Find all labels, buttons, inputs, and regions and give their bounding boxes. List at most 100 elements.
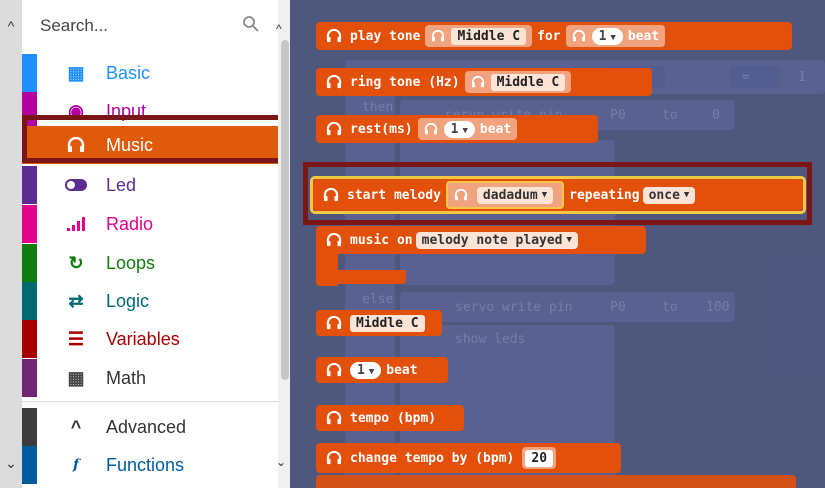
function-icon: f xyxy=(72,457,80,473)
toolbox-scroll-thumb[interactable] xyxy=(281,40,289,380)
category-label: Functions xyxy=(106,454,185,475)
headphones-icon xyxy=(429,27,447,45)
category-label: Loops xyxy=(106,252,156,273)
category-led[interactable]: Led xyxy=(22,166,278,204)
headphones-icon xyxy=(324,313,344,333)
category-functions[interactable]: f Functions xyxy=(22,446,278,484)
category-stripe xyxy=(22,408,37,446)
tempo-value-slot[interactable]: 20 xyxy=(522,447,557,469)
headphones-icon xyxy=(570,27,588,45)
event-dropdown[interactable]: melody note played ▼ xyxy=(415,231,578,249)
block-label: ring tone (Hz) xyxy=(350,74,460,90)
chevron-down-icon: ▼ xyxy=(541,190,548,200)
scroll-up-icon[interactable]: ^ xyxy=(3,18,19,34)
signal-icon xyxy=(64,213,88,235)
category-stripe xyxy=(22,205,37,243)
category-input[interactable]: ◉ Input xyxy=(22,92,278,130)
chevron-up-icon: ^ xyxy=(70,416,82,437)
note-value[interactable]: Middle C xyxy=(490,73,566,91)
category-math[interactable]: ▦ Math xyxy=(22,359,278,397)
category-radio[interactable]: Radio xyxy=(22,205,278,243)
headphones-icon xyxy=(324,119,344,139)
category-stripe xyxy=(22,166,37,204)
chevron-down-icon: ▼ xyxy=(368,366,375,377)
ring-tone-block[interactable]: ring tone (Hz) Middle C xyxy=(316,68,652,96)
headphones-icon xyxy=(324,360,344,380)
melody-dropdown[interactable]: dadadum ▼ xyxy=(476,186,554,204)
repeat-dropdown[interactable]: once ▼ xyxy=(642,186,696,204)
beat-slot[interactable]: 1 ▼ beat xyxy=(565,25,666,47)
rest-block[interactable]: rest(ms) 1 ▼ beat xyxy=(316,115,598,143)
tempo-block[interactable]: tempo (bpm) xyxy=(316,405,464,431)
block-label: rest(ms) xyxy=(350,121,413,137)
loop-icon: ↻ xyxy=(68,252,84,273)
category-logic[interactable]: ⇄ Logic xyxy=(22,282,278,320)
category-label: Advanced xyxy=(106,416,187,437)
search-box[interactable]: Search... xyxy=(40,8,260,38)
category-variables[interactable]: ☰ Variables xyxy=(22,320,278,358)
chevron-down-icon: ▼ xyxy=(462,125,468,136)
search-icon[interactable] xyxy=(242,15,260,33)
music-on-block[interactable]: music on melody note played ▼ xyxy=(316,226,646,254)
beat-value: 1 xyxy=(450,121,459,137)
headphones-icon xyxy=(324,408,344,428)
block-label: tempo (bpm) xyxy=(350,410,437,426)
tempo-value[interactable]: 20 xyxy=(525,449,554,467)
category-label: Music xyxy=(106,134,154,155)
category-loops[interactable]: ↻ Loops xyxy=(22,244,278,282)
category-music[interactable]: Music xyxy=(22,126,278,164)
divider xyxy=(22,401,278,402)
beat-suffix: beat xyxy=(627,28,660,44)
category-stripe xyxy=(22,320,37,358)
category-stripe xyxy=(22,359,37,397)
middle-c-block[interactable]: Middle C xyxy=(316,310,442,336)
change-tempo-block[interactable]: change tempo by (bpm) 20 xyxy=(316,443,621,473)
melody-slot[interactable]: dadadum ▼ xyxy=(445,181,565,209)
beat-dropdown[interactable]: 1 ▼ xyxy=(350,361,382,379)
search-input[interactable]: Search... xyxy=(40,16,108,36)
chevron-down-icon[interactable]: ⌄ xyxy=(276,455,286,469)
block-label: for xyxy=(537,28,561,44)
grid-icon: ▦ xyxy=(67,62,85,83)
headphones-icon xyxy=(452,186,470,204)
chevron-down-icon: ▼ xyxy=(683,190,690,200)
category-label: Radio xyxy=(106,213,154,234)
beat-dropdown[interactable]: 1 ▼ xyxy=(443,120,475,138)
category-stripe xyxy=(22,446,37,484)
category-stripe xyxy=(22,126,37,164)
note-slot[interactable]: Middle C xyxy=(425,25,533,47)
headphones-icon xyxy=(64,134,88,156)
beat-suffix: beat xyxy=(479,121,512,137)
block-label: play tone xyxy=(350,28,421,44)
headphones-icon xyxy=(324,72,344,92)
category-label: Logic xyxy=(106,290,150,311)
category-basic[interactable]: ▦ Basic xyxy=(22,54,278,92)
block-label: music on xyxy=(350,232,413,248)
category-label: Math xyxy=(106,367,147,388)
headphones-icon xyxy=(422,120,440,138)
beat-dropdown[interactable]: 1 ▼ xyxy=(591,27,623,45)
headphones-icon xyxy=(324,26,344,46)
play-tone-block[interactable]: play tone Middle C for 1 ▼ beat xyxy=(316,22,792,50)
note-value[interactable]: Middle C xyxy=(451,27,527,45)
note-value[interactable]: Middle C xyxy=(350,314,425,332)
beat-slot[interactable]: 1 ▼ beat xyxy=(417,118,518,140)
repeat-value: once xyxy=(648,187,680,203)
category-label: Basic xyxy=(106,62,151,83)
list-icon: ☰ xyxy=(67,328,85,349)
headphones-icon xyxy=(321,185,341,205)
note-slot[interactable]: Middle C xyxy=(464,71,572,93)
block-label: repeating xyxy=(569,187,640,203)
start-melody-block[interactable]: start melody dadadum ▼ repeating once ▼ xyxy=(313,179,803,211)
event-value: melody note played xyxy=(421,232,563,248)
calculator-icon: ▦ xyxy=(67,367,85,388)
scroll-down-icon[interactable]: ⌄ xyxy=(3,455,19,471)
category-label: Variables xyxy=(106,328,180,349)
block-label: start melody xyxy=(347,187,441,203)
headphones-icon xyxy=(469,73,487,91)
beat-block[interactable]: 1 ▼ beat xyxy=(316,357,448,383)
toggle-icon xyxy=(64,174,88,196)
chevron-up-icon[interactable]: ^ xyxy=(276,22,282,36)
category-advanced[interactable]: ^ Advanced xyxy=(22,408,278,446)
workspace-edge xyxy=(0,0,22,488)
